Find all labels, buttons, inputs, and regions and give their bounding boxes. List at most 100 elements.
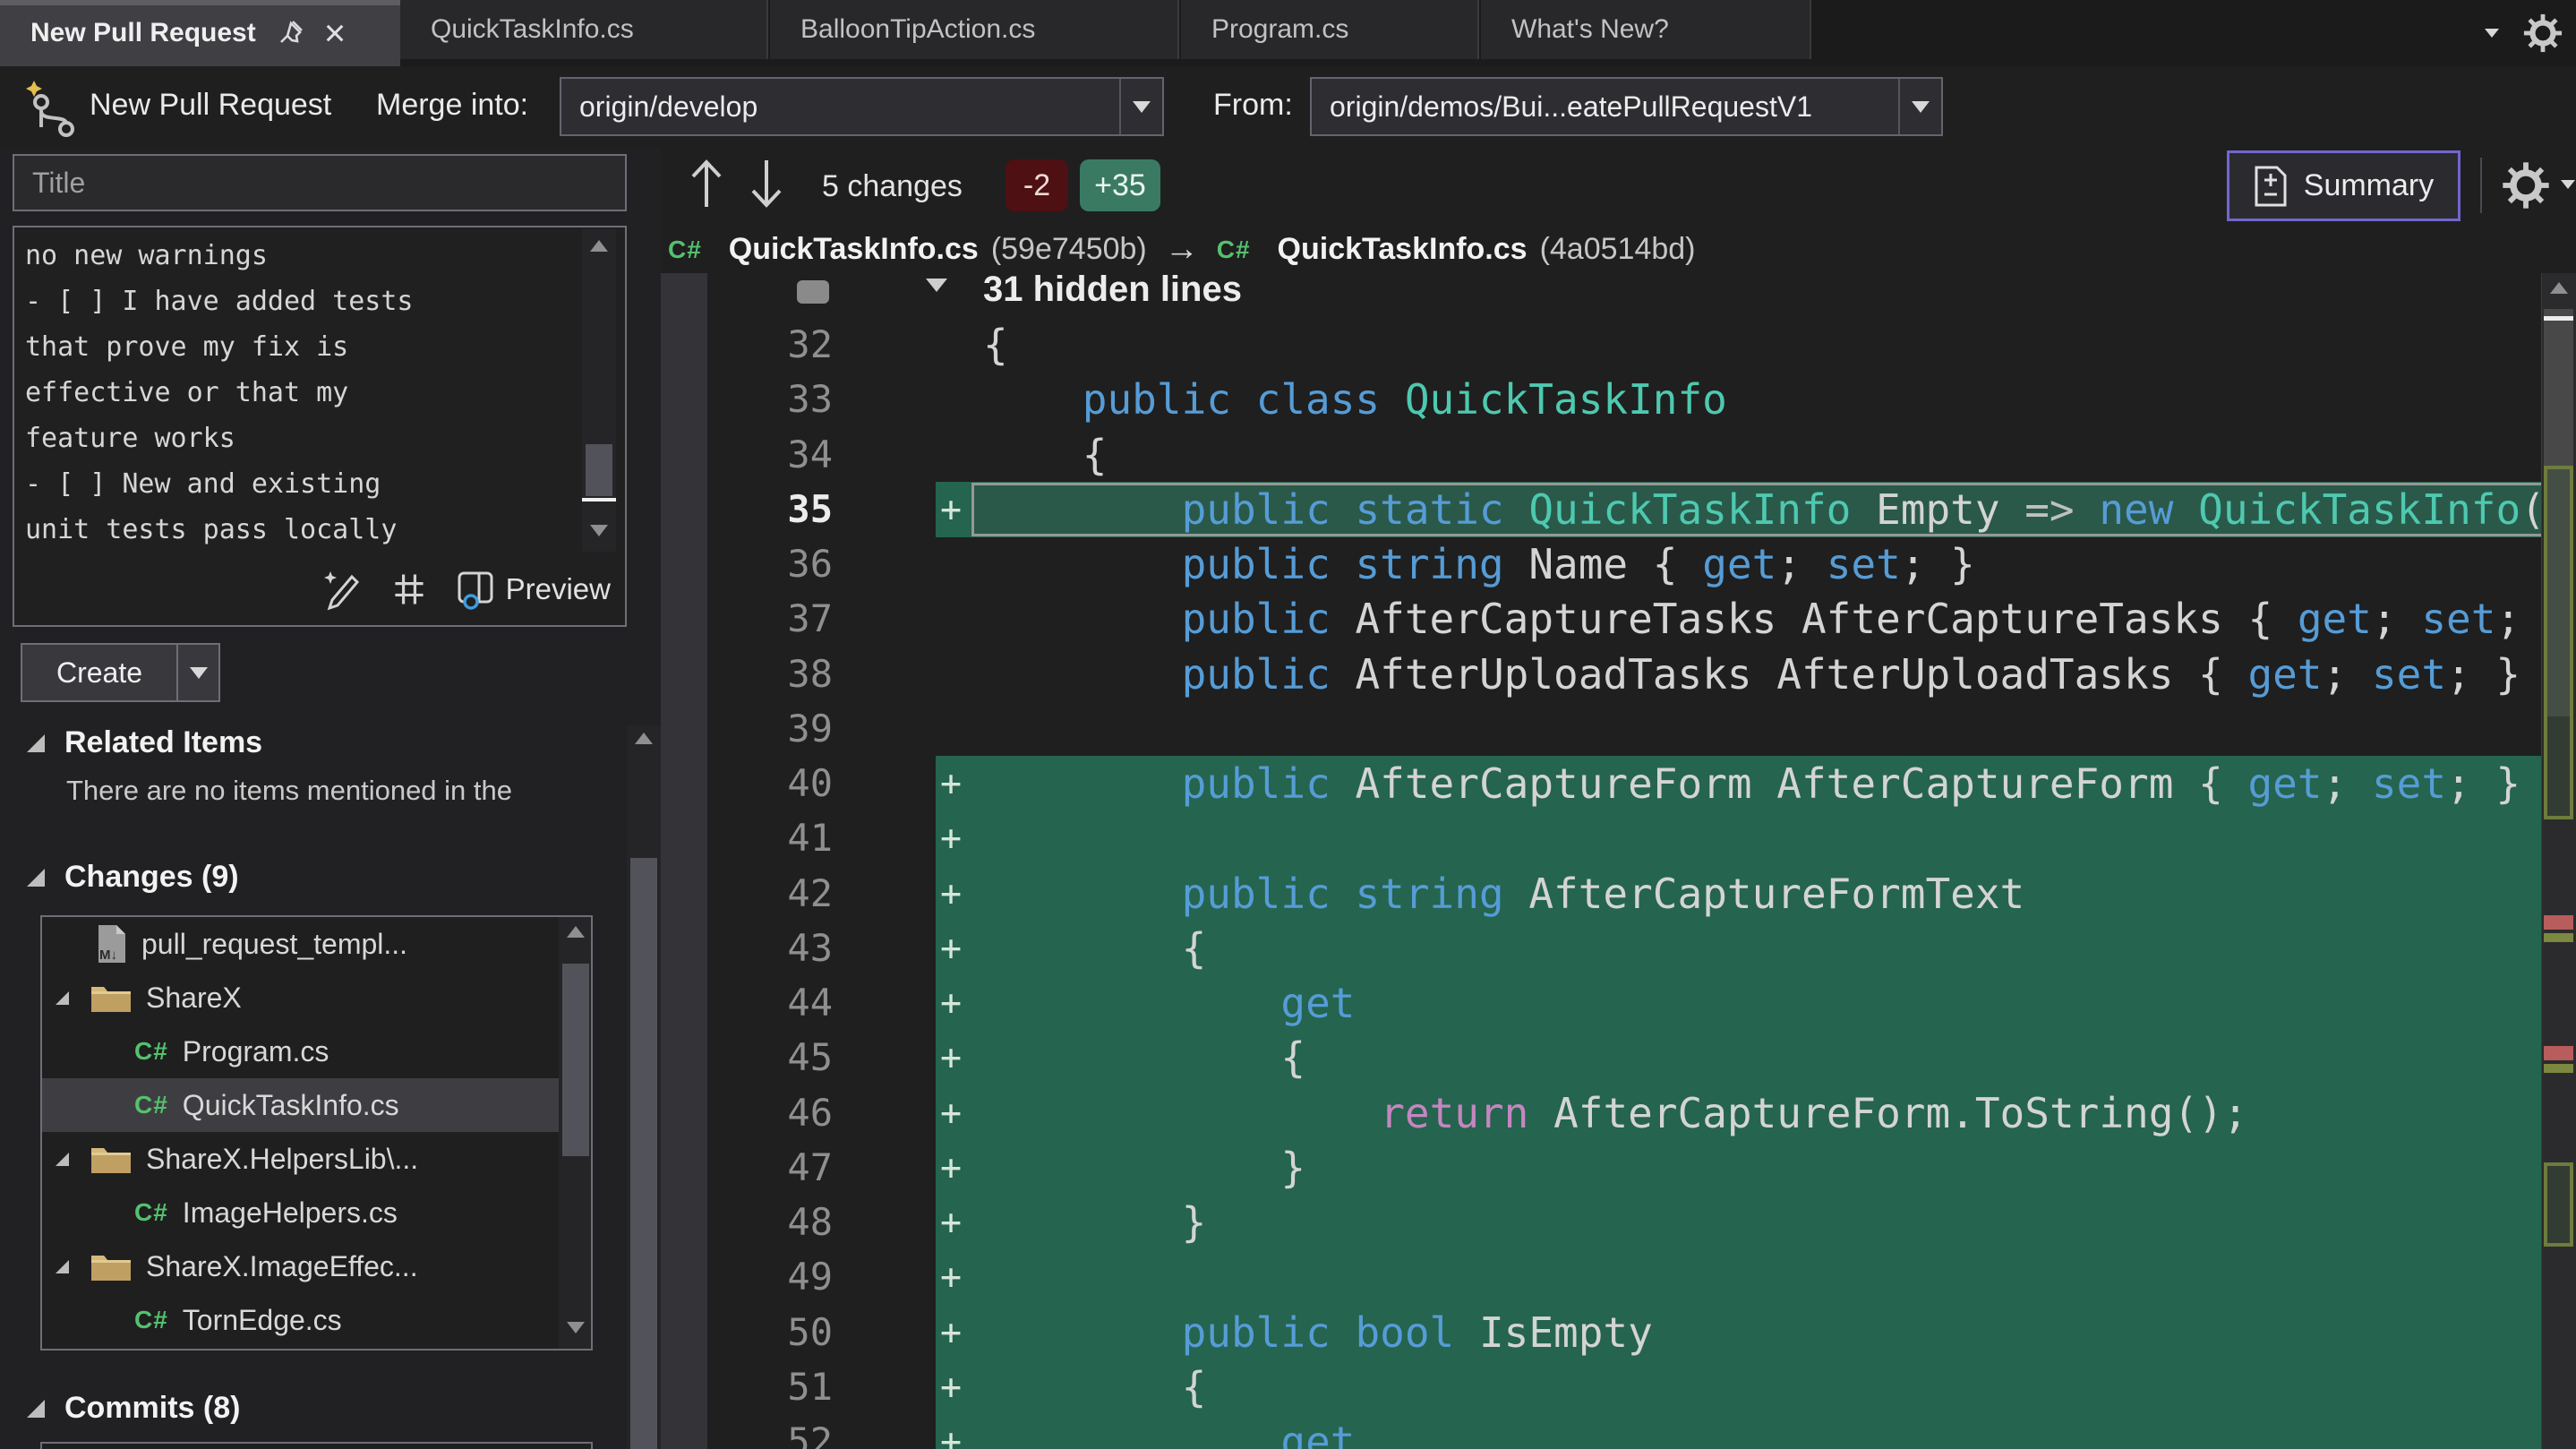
diff-added-marker: + <box>940 1421 963 1449</box>
tab-new-pull-request[interactable]: New Pull Request × <box>0 0 400 66</box>
commits-title: Commits (8) <box>64 1391 241 1425</box>
tree-item-program-cs[interactable]: C# Program.cs <box>42 1025 591 1078</box>
diff-added-marker: + <box>940 1092 963 1134</box>
folder-icon <box>89 980 133 1016</box>
create-button[interactable]: Create <box>21 643 178 702</box>
from-dropdown-button[interactable] <box>1898 79 1941 134</box>
diff-added-marker: + <box>940 488 963 530</box>
changes-tree-scrollbar[interactable] <box>559 917 591 1349</box>
summary-button[interactable]: Summary <box>2227 150 2460 221</box>
code-line-42: +42 public string AfterCaptureFormText <box>661 865 2541 922</box>
code-line-49: +49 <box>661 1249 2541 1306</box>
line-number: 34 <box>787 432 833 476</box>
code-line-39: 39 <box>661 701 2541 757</box>
line-number: 39 <box>787 706 833 750</box>
line-number: 51 <box>787 1364 833 1409</box>
tree-expander-icon[interactable] <box>56 990 69 1005</box>
toolbar-title: New Pull Request <box>90 88 332 122</box>
diff-settings-gear-icon[interactable] <box>2501 160 2551 210</box>
code-text: public class QuickTaskInfo <box>1082 375 1727 424</box>
folder-icon <box>89 1141 133 1177</box>
code-line-43: +43 { <box>661 920 2541 976</box>
minimap-mod-mark <box>2544 933 2573 942</box>
diff-code-editor[interactable]: 31 hidden lines 32 {33 public class QuickT… <box>661 273 2541 1449</box>
pull-request-form-panel: Title no new warnings - [ ] I have added… <box>0 148 661 1449</box>
tree-item-quicktaskinfo-cs[interactable]: C# QuickTaskInfo.cs <box>42 1078 591 1132</box>
related-items-expander-icon <box>27 733 45 752</box>
code-line-41: +41 <box>661 810 2541 867</box>
code-line-46: +46 return AfterCaptureForm.ToString(); <box>661 1085 2541 1141</box>
added-line-highlight <box>936 1139 2541 1196</box>
tabbar-gear-icon[interactable] <box>2522 13 2563 54</box>
code-text: { <box>1181 1362 1207 1411</box>
added-line-highlight <box>936 1304 2541 1360</box>
preview-button[interactable]: Preview <box>454 568 611 611</box>
line-number: 44 <box>787 981 833 1025</box>
tab-quicktaskinfo-cs[interactable]: QuickTaskInfo.cs <box>400 0 768 59</box>
tab-program-cs[interactable]: Program.cs <box>1181 0 1479 59</box>
code-text: } <box>1181 1198 1207 1247</box>
added-line-highlight <box>936 810 2541 867</box>
form-panel-scrollbar[interactable] <box>627 725 661 1449</box>
close-icon[interactable]: × <box>324 14 347 52</box>
tree-item-tornedge-cs[interactable]: C# TornEdge.cs <box>42 1293 591 1347</box>
line-number: 38 <box>787 651 833 696</box>
tab-list-chevron-down-icon[interactable] <box>2485 29 2499 38</box>
magic-pen-icon[interactable] <box>321 568 364 611</box>
code-text: public bool IsEmpty <box>1181 1308 1653 1357</box>
pr-title-input[interactable]: Title <box>13 154 627 211</box>
changes-title: Changes (9) <box>64 860 239 894</box>
diff-added-marker: + <box>940 1311 963 1353</box>
hidden-lines-row[interactable]: 31 hidden lines <box>661 273 2541 316</box>
code-line-47: +47} <box>661 1139 2541 1196</box>
changes-header[interactable]: Changes (9) <box>27 860 239 895</box>
commits-header[interactable]: Commits (8) <box>27 1391 240 1426</box>
svg-text:M↓: M↓ <box>99 947 117 963</box>
minimap-caret-mark <box>2544 316 2573 321</box>
line-number: 41 <box>787 816 833 861</box>
previous-change-arrow-up-icon[interactable] <box>686 155 727 212</box>
merge-into-combobox[interactable]: origin/develop <box>560 77 1164 136</box>
work-item-hash-icon[interactable] <box>389 570 429 609</box>
pr-description-textarea[interactable]: no new warnings - [ ] I have added tests… <box>25 233 580 553</box>
code-line-38: 38 public AfterUploadTasks AfterUploadTas… <box>661 647 2541 702</box>
tree-item-sharex[interactable]: ShareX <box>42 971 591 1025</box>
diff-added-marker: + <box>940 1256 963 1299</box>
tree-item-label: TornEdge.cs <box>182 1303 342 1336</box>
diff-settings-chevron-down-icon[interactable] <box>2561 180 2575 189</box>
tree-item-sharex-helperslib-[interactable]: ShareX.HelpersLib\... <box>42 1132 591 1186</box>
merge-into-value: origin/develop <box>579 90 758 123</box>
tree-item-pull-request-templ-[interactable]: M↓ pull_request_templ... <box>42 917 591 971</box>
diff-added-marker: + <box>940 818 963 860</box>
tree-item-sharex-imageeffec-[interactable]: ShareX.ImageEffec... <box>42 1239 591 1293</box>
line-number: 35 <box>787 486 833 531</box>
pin-icon[interactable] <box>279 19 304 47</box>
added-line-highlight <box>936 975 2541 1031</box>
merge-into-dropdown-button[interactable] <box>1119 79 1162 134</box>
collapsed-region-icon <box>797 280 829 304</box>
tree-item-label: ShareX <box>146 981 242 1014</box>
summary-label: Summary <box>2303 168 2435 202</box>
description-scrollbar[interactable] <box>582 229 616 552</box>
code-line-35: +35 public static QuickTaskInfo Empty => … <box>661 481 2541 537</box>
related-items-header[interactable]: Related Items <box>27 725 262 760</box>
editor-scrollbar[interactable] <box>2541 273 2576 1449</box>
next-change-arrow-down-icon[interactable] <box>746 155 787 212</box>
csharp-icon: C# <box>1216 235 1251 263</box>
code-text: { <box>1280 1033 1306 1083</box>
diff-added-marker: + <box>940 1146 963 1188</box>
tree-expander-icon[interactable] <box>56 1259 69 1273</box>
code-line-33: 33 public class QuickTaskInfo <box>661 372 2541 427</box>
right-file-name: QuickTaskInfo.cs <box>1277 232 1528 266</box>
tree-expander-icon[interactable] <box>56 1152 69 1166</box>
tab-balloontipaction-cs[interactable]: BalloonTipAction.cs <box>770 0 1179 59</box>
diff-added-marker: + <box>940 982 963 1024</box>
pull-request-toolbar: New Pull Request Merge into: origin/deve… <box>0 66 2576 148</box>
code-line-32: 32 { <box>661 317 2541 373</box>
line-number: 50 <box>787 1309 833 1354</box>
from-combobox[interactable]: origin/demos/Bui...eatePullRequestV1 <box>1310 77 1943 136</box>
create-dropdown-button[interactable] <box>176 643 220 702</box>
tree-item-imagehelpers-cs[interactable]: C# ImageHelpers.cs <box>42 1186 591 1239</box>
added-line-highlight <box>936 1414 2541 1449</box>
tab-what-s-new-[interactable]: What's New? <box>1481 0 1811 59</box>
